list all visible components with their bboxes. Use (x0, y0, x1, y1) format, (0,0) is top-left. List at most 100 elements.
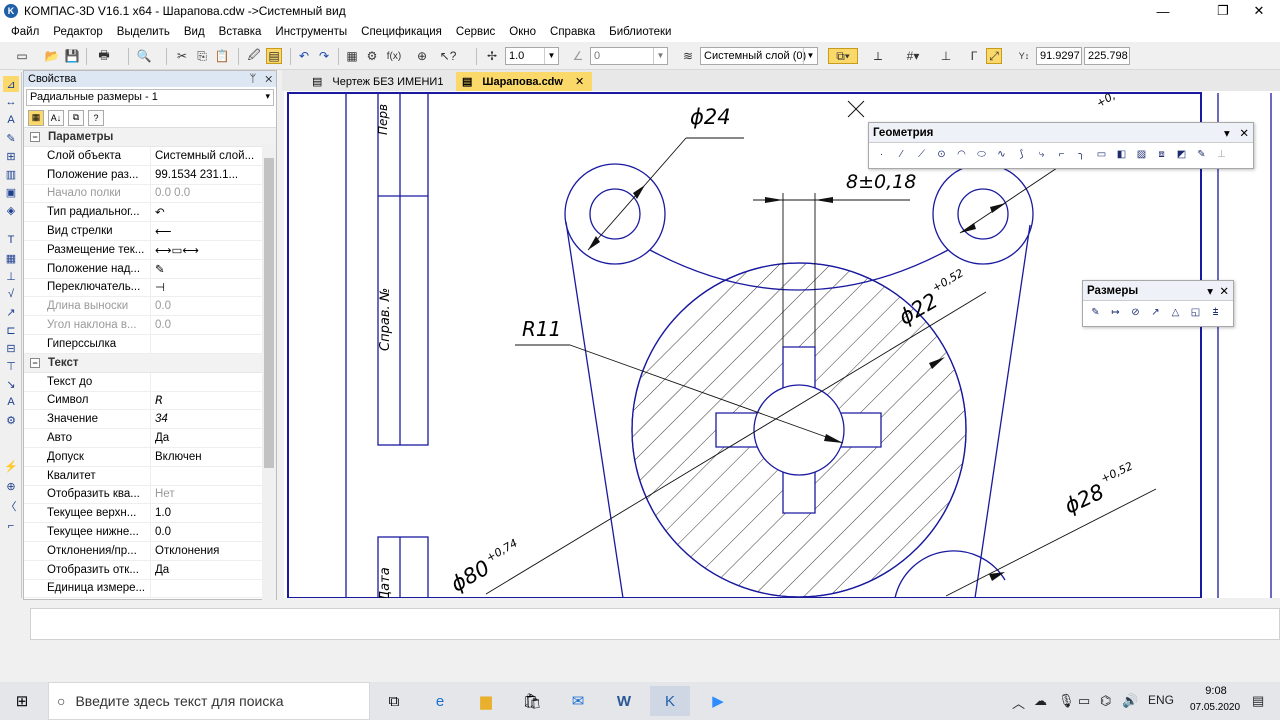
line-icon[interactable]: ⁄ (893, 146, 910, 163)
sort-categories-icon[interactable]: ▦ (28, 109, 44, 126)
paste-icon[interactable]: 📋 (214, 48, 230, 64)
calc-icon[interactable]: ⊕ (414, 48, 430, 64)
point-icon[interactable]: · (873, 146, 890, 163)
zoom-icon[interactable]: ▶ (698, 686, 738, 716)
pin-icon[interactable]: ᛘ (250, 73, 257, 85)
prop-row[interactable]: Значение 34 (24, 410, 276, 430)
associative-views-icon[interactable]: ◈ (3, 202, 19, 218)
menu-service[interactable]: Сервис (449, 26, 502, 38)
circle-icon[interactable]: ⊙ (933, 146, 950, 163)
radial-dim-icon[interactable]: ↗ (1147, 304, 1164, 321)
microphone-icon[interactable]: 🎙 (1058, 693, 1075, 709)
parametrization-icon[interactable]: ⊞ (3, 148, 19, 164)
language-indicator[interactable]: ENG (1148, 693, 1174, 707)
ortho-mode-icon[interactable]: Γ (966, 48, 982, 64)
coord-x-field[interactable]: 91.9297 (1036, 47, 1082, 65)
mark-icon[interactable]: ⌐ (3, 518, 19, 534)
cut-icon[interactable]: ✂ (174, 48, 190, 64)
angular-dim-icon[interactable]: △ (1167, 304, 1184, 321)
menu-select[interactable]: Выделить (110, 26, 177, 38)
word-icon[interactable]: W (604, 686, 644, 716)
menu-tools[interactable]: Инструменты (268, 26, 354, 38)
dim-width-8[interactable]: 8±0,18 (846, 171, 916, 193)
tolerance-icon[interactable]: ⊟ (3, 340, 19, 356)
polyline-icon[interactable]: ⟆ (1013, 146, 1030, 163)
segment-icon[interactable]: ⟋ (913, 146, 930, 163)
clock-date[interactable]: 07.05.2020 (1180, 702, 1250, 713)
manager-icon[interactable]: ▦ (344, 48, 360, 64)
variables-icon[interactable]: f(x) (386, 48, 402, 64)
chevron-down-icon[interactable]: ▾ (1207, 286, 1213, 298)
position-icon[interactable]: ⊏ (3, 322, 19, 338)
menu-specification[interactable]: Спецификация (354, 26, 449, 38)
prop-row[interactable]: Текущее нижне... 0.0 (24, 523, 276, 542)
volume-icon[interactable]: 🔊 (1122, 693, 1138, 709)
menu-help[interactable]: Справка (543, 26, 602, 38)
prop-row[interactable]: Символ R (24, 391, 276, 411)
text-icon[interactable]: T (3, 232, 19, 248)
tab-unnamed-drawing[interactable]: ▤ Чертеж БЕЗ ИМЕНИ1 (306, 72, 456, 91)
windows-start-icon[interactable]: ⊞ (2, 686, 42, 716)
designations-panel-icon[interactable]: A (3, 112, 19, 128)
spline-icon[interactable]: ∿ (993, 146, 1010, 163)
close-icon[interactable]: ✕ (1239, 128, 1249, 140)
table-icon[interactable]: ▦ (3, 250, 19, 266)
sort-alpha-icon[interactable]: A↓ (48, 109, 64, 126)
prop-row[interactable]: Допуск Включен (24, 447, 276, 467)
contour-icon[interactable]: ◧ (1113, 146, 1130, 163)
coord-y-field[interactable]: 225.798 (1084, 47, 1130, 65)
rectangle-icon[interactable]: ▭ (1093, 146, 1110, 163)
menu-file[interactable]: Файл (4, 26, 46, 38)
axis-icon[interactable]: A (3, 394, 19, 410)
prop-row[interactable]: Положение над... ✎ (24, 259, 276, 279)
store-icon[interactable]: 🛍 (512, 686, 552, 716)
close-button[interactable]: ✕ (1236, 0, 1280, 22)
prop-row[interactable]: Гиперссылка (24, 334, 276, 354)
wave-icon[interactable]: ⚡ (3, 458, 19, 474)
preview-icon[interactable]: 🔍 (136, 48, 152, 64)
layer-select[interactable]: Системный слой (0) ▼ (700, 47, 818, 65)
base-icon[interactable]: ⊥ (3, 268, 19, 284)
prop-row[interactable]: Вид стрелки ⟵ (24, 222, 276, 241)
local-cs-icon[interactable]: ⊥ (938, 48, 954, 64)
chevron-down-icon[interactable]: ▼ (653, 48, 667, 64)
chamfer-icon[interactable]: ⌐ (1053, 146, 1070, 163)
print-icon[interactable]: 🖶 (96, 48, 112, 64)
fill-icon[interactable]: ◩ (1173, 146, 1190, 163)
edit-panel-icon[interactable]: ✎ (3, 130, 19, 146)
clock-time[interactable]: 9:08 (1196, 685, 1236, 697)
menu-edit[interactable]: Редактор (46, 26, 110, 38)
prop-row[interactable]: Текущее верхн... 1.0 (24, 504, 276, 524)
library-icon[interactable]: ⚙ (364, 48, 380, 64)
arc-icon[interactable]: ◠ (953, 146, 970, 163)
center-mark-icon[interactable]: ⊕ (3, 478, 19, 494)
orto-icon[interactable]: ⟂ (870, 48, 886, 64)
arrow-view-icon[interactable]: ↘ (3, 376, 19, 392)
prop-row[interactable]: Положение раз... 99.1534 231.1... (24, 165, 276, 185)
collect-icon[interactable]: ✎ (1193, 146, 1210, 163)
dim-diameter-24[interactable]: ϕ24 (690, 105, 731, 129)
kompas-taskbar-icon[interactable]: K (650, 686, 690, 716)
arc-dim-icon[interactable]: ◱ (1187, 304, 1204, 321)
layers-icon[interactable]: ≋ (680, 48, 696, 64)
new-file-icon[interactable]: ▭ (14, 48, 30, 64)
step-cursor-icon[interactable]: ✢ (484, 48, 500, 64)
menu-insert[interactable]: Вставка (212, 26, 269, 38)
close-icon[interactable]: ✕ (1219, 286, 1229, 298)
explorer-icon[interactable]: ▆ (466, 686, 506, 716)
break-line-icon[interactable]: 〈 (3, 498, 19, 514)
property-panel-icon[interactable]: ▤ (266, 48, 282, 64)
prop-row[interactable]: Единица измере... (24, 579, 276, 599)
taskbar-search[interactable]: ○ Введите здесь текст для поиска (48, 682, 370, 720)
tray-chevron-icon[interactable]: ︿ (1012, 693, 1025, 712)
step-field[interactable]: 1.0 ▼ (505, 47, 559, 65)
dimensions-panel-icon[interactable]: ↔ (3, 94, 19, 110)
prop-row[interactable]: Отклонения/пр... Отклонения (24, 541, 276, 561)
prop-row[interactable]: Текст до (24, 372, 276, 392)
chevron-down-icon[interactable]: ▼ (544, 48, 558, 64)
diameter-dim-icon[interactable]: ⊘ (1127, 304, 1144, 321)
edge-icon[interactable]: e (420, 686, 460, 716)
fillet-icon[interactable]: ╮ (1073, 146, 1090, 163)
equidistant-icon[interactable]: ⧈ (1153, 146, 1170, 163)
mail-icon[interactable]: ✉ (558, 686, 598, 716)
